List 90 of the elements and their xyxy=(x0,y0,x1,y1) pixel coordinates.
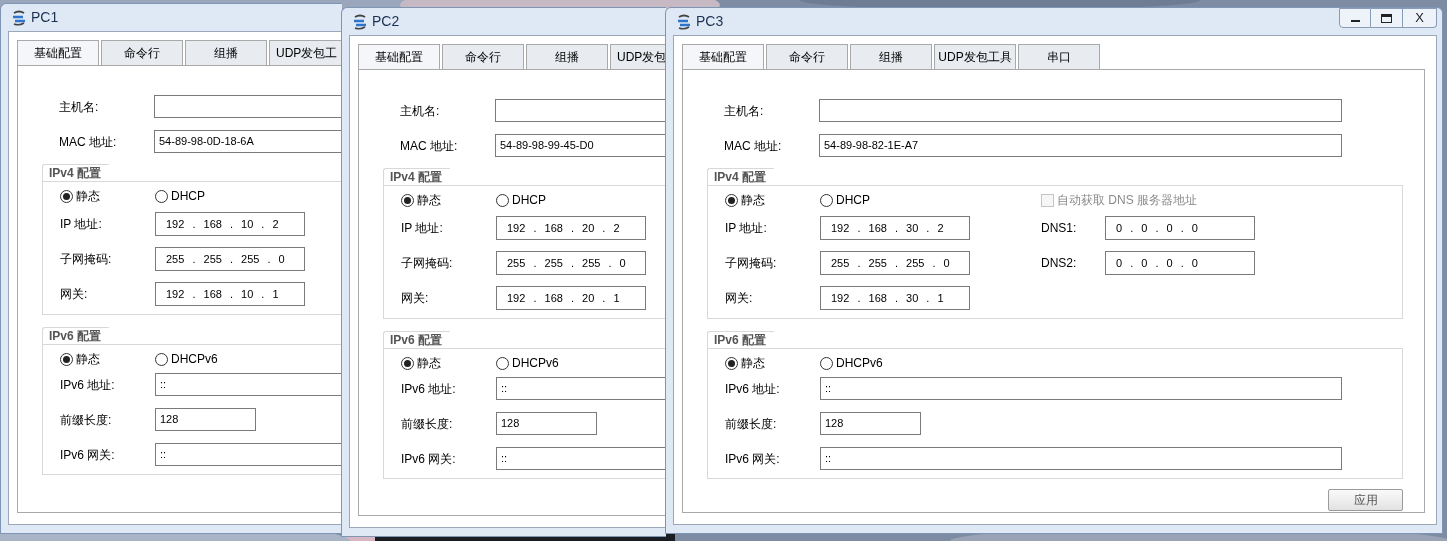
input-field[interactable]: 128 xyxy=(155,408,256,431)
network-icon xyxy=(352,12,368,31)
tab[interactable]: 命令行 xyxy=(766,44,848,69)
input-field[interactable]: :: xyxy=(155,373,342,396)
field-label: IPv6 地址: xyxy=(60,376,116,394)
radio-button[interactable]: DHCP xyxy=(496,191,646,209)
maximize-icon xyxy=(1381,13,1392,23)
tab[interactable]: 基础配置 xyxy=(682,44,764,69)
tab[interactable]: 命令行 xyxy=(101,40,183,65)
field-label: IPv6 网关: xyxy=(725,450,781,468)
radio-button[interactable]: 静态 xyxy=(401,354,496,372)
radio-button[interactable]: DHCPv6 xyxy=(820,354,883,372)
radio-button[interactable]: DHCPv6 xyxy=(496,354,559,372)
field-label: IP 地址: xyxy=(60,216,103,233)
minimize-button[interactable] xyxy=(1339,8,1371,28)
field-label: MAC 地址: xyxy=(400,137,459,155)
tab[interactable]: 基础配置 xyxy=(17,40,99,65)
field-label: MAC 地址: xyxy=(59,133,118,151)
tab[interactable]: 串口 xyxy=(1018,44,1100,69)
minimize-icon xyxy=(1350,20,1360,22)
radio-button[interactable]: 静态 xyxy=(725,191,820,209)
field-label: IPv6 地址: xyxy=(401,380,457,398)
ip-address-field[interactable]: 0 . 0 . 0 . 0 xyxy=(1105,251,1255,275)
radio-button[interactable]: DHCP xyxy=(155,187,305,205)
ip-address-field[interactable]: 0 . 0 . 0 . 0 xyxy=(1105,216,1255,240)
field-label: 主机名: xyxy=(400,102,441,120)
ip-address-field[interactable]: 192 . 168 . 20 . 1 xyxy=(496,286,646,310)
window-title: PC2 xyxy=(372,12,400,31)
radio-button[interactable]: 静态 xyxy=(60,187,155,205)
field-label: IP 地址: xyxy=(401,220,444,237)
ip-address-field[interactable]: 255 . 255 . 255 . 0 xyxy=(820,251,970,275)
tab[interactable]: UDP发包 xyxy=(610,44,666,69)
input-field[interactable] xyxy=(819,99,1342,122)
input-field[interactable]: :: xyxy=(820,447,1342,470)
tab[interactable]: 命令行 xyxy=(442,44,524,69)
input-field[interactable]: 54-89-98-82-1E-A7 xyxy=(819,134,1342,157)
input-field[interactable]: 128 xyxy=(496,412,597,435)
network-icon xyxy=(676,12,692,31)
field-label: 子网掩码: xyxy=(60,251,113,268)
field-label: 网关: xyxy=(725,290,754,307)
ip-address-field[interactable]: 255 . 255 . 255 . 0 xyxy=(155,247,305,271)
input-field[interactable]: 54-89-98-0D-18-6A xyxy=(154,130,342,153)
field-label: 前缀长度: xyxy=(725,415,778,433)
field-label: 网关: xyxy=(401,290,430,307)
tab[interactable]: 组播 xyxy=(850,44,932,69)
tab[interactable]: 组播 xyxy=(185,40,267,65)
ip-address-field[interactable]: 192 . 168 . 30 . 1 xyxy=(820,286,970,310)
radio-button[interactable]: 静态 xyxy=(60,350,155,368)
input-field[interactable]: :: xyxy=(155,443,342,466)
ip-address-field[interactable]: 192 . 168 . 10 . 1 xyxy=(155,282,305,306)
ip-address-field[interactable]: 192 . 168 . 10 . 2 xyxy=(155,212,305,236)
field-label: 前缀长度: xyxy=(60,411,113,429)
close-button[interactable]: X xyxy=(1403,8,1437,28)
field-label: IPv6 网关: xyxy=(401,450,457,468)
apply-button[interactable]: 应用 xyxy=(1328,489,1403,511)
tab[interactable]: UDP发包工 xyxy=(269,40,342,65)
field-label: 主机名: xyxy=(59,98,100,116)
field-label: 子网掩码: xyxy=(401,255,454,272)
tab[interactable]: 基础配置 xyxy=(358,44,440,69)
checkbox: 自动获取 DNS 服务器地址 xyxy=(1041,191,1197,209)
input-field[interactable]: :: xyxy=(496,377,666,400)
input-field[interactable]: :: xyxy=(496,447,666,470)
maximize-button[interactable] xyxy=(1371,8,1403,28)
field-label: DNS1: xyxy=(1041,220,1078,237)
window-title: PC3 xyxy=(696,12,724,31)
ip-address-field[interactable]: 255 . 255 . 255 . 0 xyxy=(496,251,646,275)
field-label: IPv6 网关: xyxy=(60,446,116,464)
field-label: MAC 地址: xyxy=(724,137,783,155)
field-label: IPv6 地址: xyxy=(725,380,781,398)
network-icon xyxy=(11,8,27,27)
field-label: 网关: xyxy=(60,286,89,303)
input-field[interactable]: 128 xyxy=(820,412,921,435)
field-label: 前缀长度: xyxy=(401,415,454,433)
ip-address-field[interactable]: 192 . 168 . 30 . 2 xyxy=(820,216,970,240)
radio-button[interactable]: 静态 xyxy=(401,191,496,209)
input-field[interactable] xyxy=(154,95,342,118)
radio-button[interactable]: 静态 xyxy=(725,354,820,372)
input-field[interactable]: :: xyxy=(820,377,1342,400)
input-field[interactable]: 54-89-98-99-45-D0 xyxy=(495,134,666,157)
field-label: 主机名: xyxy=(724,102,765,120)
input-field[interactable] xyxy=(495,99,666,122)
radio-button[interactable]: DHCPv6 xyxy=(155,350,218,368)
field-label: IP 地址: xyxy=(725,220,768,237)
radio-button[interactable]: DHCP xyxy=(820,191,970,209)
field-label: DNS2: xyxy=(1041,255,1078,272)
tab[interactable]: UDP发包工具 xyxy=(934,44,1016,69)
field-label: 子网掩码: xyxy=(725,255,778,272)
window-title: PC1 xyxy=(31,8,59,27)
ip-address-field[interactable]: 192 . 168 . 20 . 2 xyxy=(496,216,646,240)
tab[interactable]: 组播 xyxy=(526,44,608,69)
